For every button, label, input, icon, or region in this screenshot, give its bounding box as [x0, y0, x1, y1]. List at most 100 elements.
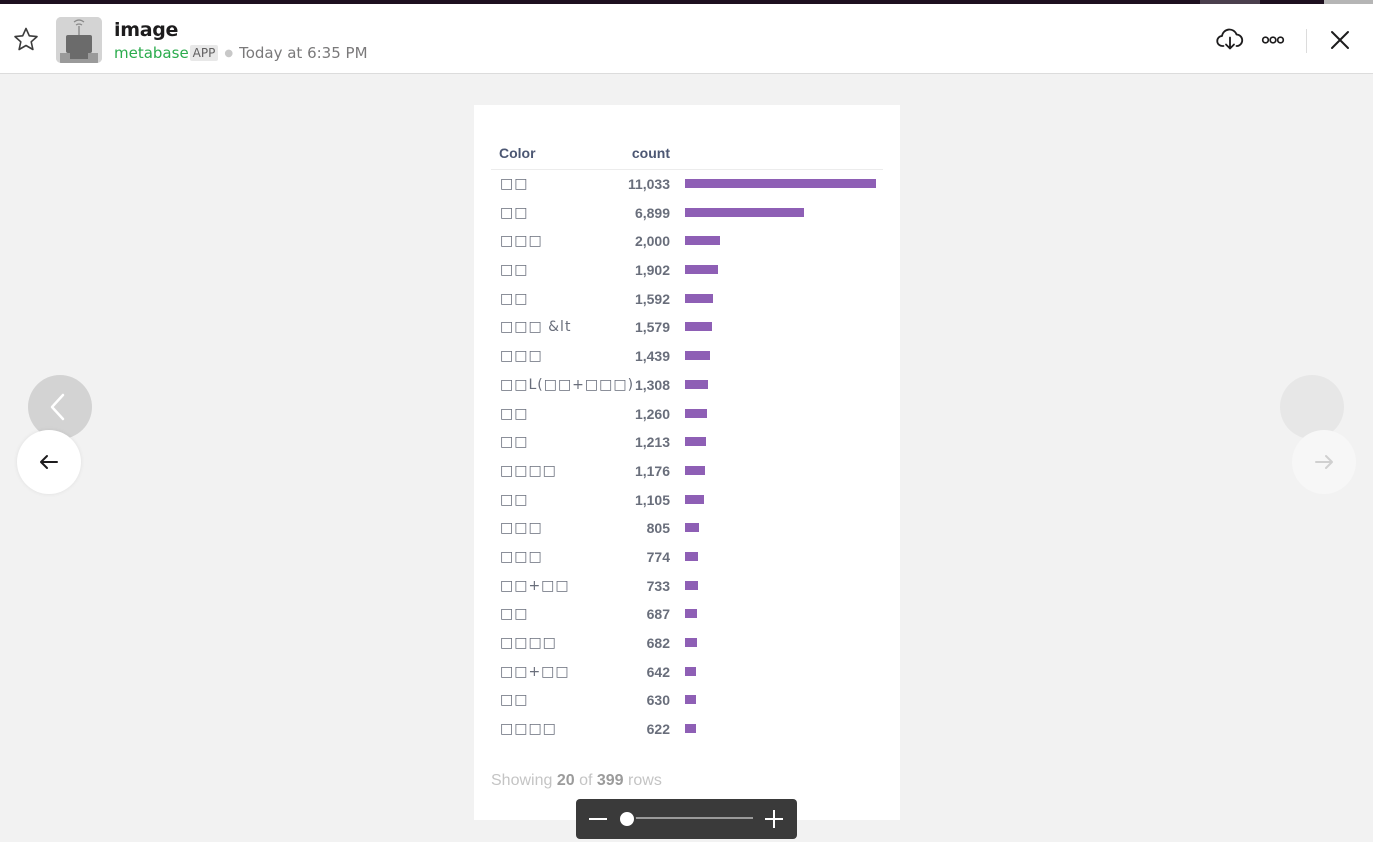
- cell-count: 805: [646, 520, 670, 537]
- image-preview: Color count □□ 11,033 □□ 6,899 □□□ 2,000 □□ 1,9…: [474, 105, 900, 820]
- cell-color: □□: [500, 176, 529, 192]
- table-row: □□□□ 682: [491, 629, 883, 658]
- cell-color: □□: [500, 692, 529, 709]
- table-row: □□ 687: [491, 600, 883, 629]
- cell-color: □□□□: [500, 635, 557, 651]
- next-image-button[interactable]: [1292, 430, 1356, 494]
- app-badge: APP: [189, 45, 219, 61]
- table-row: □□ 1,105: [491, 486, 883, 515]
- table-row: □□□ &lt 1,579: [491, 313, 883, 342]
- table-row: □□□□ 1,176: [491, 457, 883, 486]
- previous-image-button[interactable]: [17, 430, 81, 494]
- zoom-slider-handle[interactable]: [618, 810, 636, 828]
- timestamp[interactable]: Today at 6:35 PM: [239, 44, 367, 62]
- cell-count: 2,000: [634, 233, 670, 250]
- table-row: □□ 1,260: [491, 400, 883, 429]
- table-row: □□+□□ 642: [491, 658, 883, 687]
- cell-color: □□+□□: [500, 577, 570, 594]
- star-button[interactable]: [10, 24, 42, 56]
- column-header-count: count: [631, 145, 670, 161]
- count-bar: [685, 379, 708, 389]
- star-icon: [14, 27, 38, 51]
- close-button[interactable]: [1322, 22, 1358, 58]
- cell-color: □□□: [500, 233, 543, 250]
- download-button[interactable]: [1212, 22, 1248, 58]
- separator-dot: ●: [224, 47, 234, 59]
- count-bar: [685, 207, 805, 217]
- robot-avatar-icon: [56, 17, 102, 63]
- table-row: □□□ 805: [491, 514, 883, 543]
- cell-count: 1,105: [634, 491, 670, 508]
- count-bar: [685, 551, 699, 561]
- viewer-header: image metabase APP ● Today at 6:35 PM: [0, 4, 1373, 74]
- table-row: □□ 1,592: [491, 285, 883, 314]
- cell-color: □□: [500, 491, 529, 508]
- cell-count: 1,439: [634, 348, 670, 365]
- cell-count: 1,176: [634, 462, 670, 479]
- cell-color: □□□□: [500, 462, 557, 479]
- zoom-in-button[interactable]: [760, 805, 788, 833]
- count-bar: [685, 666, 697, 676]
- plus-icon: [765, 810, 783, 828]
- cell-count: 1,260: [634, 405, 670, 422]
- table-row: □□□ 2,000: [491, 227, 883, 256]
- table-body: □□ 11,033 □□ 6,899 □□□ 2,000 □□ 1,902 □□ 1,592 □□□…: [491, 170, 883, 744]
- table-row: □□□ 1,439: [491, 342, 883, 371]
- count-bar: [685, 322, 713, 332]
- more-actions-button[interactable]: [1255, 22, 1291, 58]
- zoom-out-button[interactable]: [584, 807, 612, 831]
- file-meta: metabase APP ● Today at 6:35 PM: [114, 44, 368, 62]
- cell-color: □□: [500, 262, 529, 279]
- footer-total: 399: [596, 772, 624, 789]
- footer-prefix: Showing: [491, 772, 553, 789]
- cell-color: □□: [500, 405, 529, 422]
- cell-count: 1,213: [634, 434, 670, 451]
- cell-count: 1,579: [634, 319, 670, 336]
- count-bar: [685, 465, 706, 475]
- cell-color: □□□: [500, 548, 543, 565]
- count-bar: [685, 236, 720, 246]
- cell-count: 733: [646, 577, 670, 594]
- results-table: Color count □□ 11,033 □□ 6,899 □□□ 2,000 □□ 1,9…: [491, 145, 883, 744]
- chevron-left-icon: [50, 393, 65, 421]
- cell-color: □□+□□: [500, 663, 570, 680]
- table-row: □□ 11,033: [491, 170, 883, 199]
- count-bar: [685, 724, 696, 734]
- cell-color: □□: [500, 434, 529, 451]
- more-horizontal-icon: [1261, 36, 1285, 44]
- footer-suffix: rows: [628, 772, 662, 789]
- cell-count: 1,902: [634, 262, 670, 279]
- count-bar: [685, 351, 710, 361]
- column-header-color: Color: [499, 145, 536, 161]
- count-bar: [685, 265, 718, 275]
- cell-count: 1,592: [634, 290, 670, 307]
- footer-of: of: [579, 772, 593, 789]
- table-row: □□ 630: [491, 686, 883, 715]
- cell-count: 622: [646, 721, 670, 738]
- footer-shown: 20: [556, 772, 575, 789]
- cell-count: 1,308: [634, 376, 670, 393]
- cell-color: □□□□: [500, 721, 557, 738]
- header-divider: [1306, 29, 1307, 53]
- zoom-slider-track[interactable]: [620, 817, 753, 819]
- table-row: □□□□ 622: [491, 715, 883, 744]
- arrow-right-icon: [1315, 455, 1333, 469]
- arrow-left-icon: [40, 455, 58, 469]
- cell-color: □□: [500, 204, 529, 221]
- count-bar: [685, 494, 705, 504]
- count-bar: [685, 437, 706, 447]
- table-row: □□□ 774: [491, 543, 883, 572]
- cell-color: □□L(□□+□□□): [500, 376, 635, 393]
- row-count-footer: Showing 20 of 399 rows: [491, 772, 662, 790]
- table-row: □□ 1,213: [491, 428, 883, 457]
- close-icon: [1331, 31, 1349, 49]
- count-bar: [685, 638, 697, 647]
- cloud-download-icon: [1216, 28, 1244, 50]
- file-title: image: [114, 19, 179, 41]
- app-name-link[interactable]: metabase: [114, 44, 189, 62]
- cell-color: □□□: [500, 348, 543, 365]
- table-row: □□ 6,899: [491, 199, 883, 228]
- cell-count: 687: [646, 606, 670, 623]
- cell-count: 642: [646, 663, 670, 680]
- count-bar: [685, 580, 698, 590]
